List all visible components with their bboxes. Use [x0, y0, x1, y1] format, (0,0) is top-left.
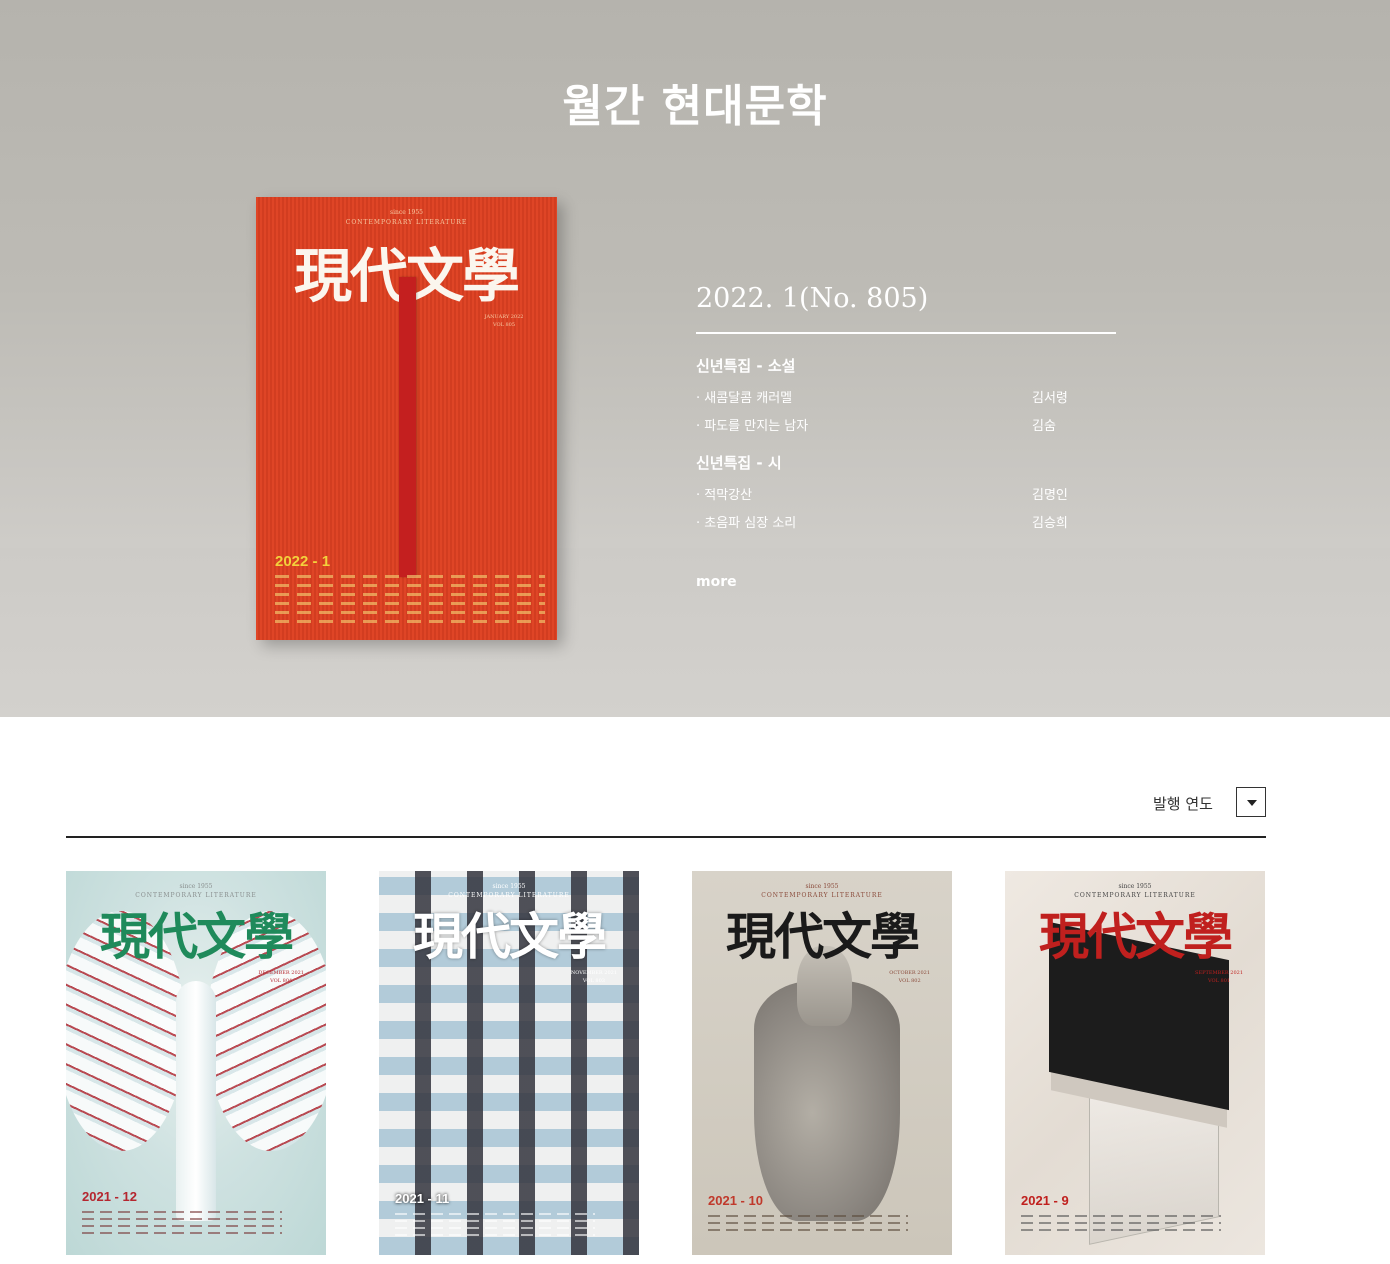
- list-divider: [66, 836, 1266, 838]
- year-filter-label: 발행 연도: [1153, 795, 1213, 813]
- cover-date-month: SEPTEMBER 2021: [1195, 970, 1243, 976]
- cover-date: NOVEMBER 2021 VOL 803: [571, 969, 617, 985]
- cover-date: DECEMBER 2021 VOL 804: [258, 969, 304, 985]
- cover-date-month: NOVEMBER 2021: [570, 970, 617, 976]
- cover-since: since 1955: [390, 209, 423, 216]
- cover-subtitle: CONTEMPORARY LITERATURE: [345, 219, 468, 226]
- cover-date: SEPTEMBER 2021 VOL 801: [1195, 969, 1243, 985]
- cover-issue: 2021 - 9: [1021, 1193, 1069, 1208]
- featured-divider: [696, 332, 1116, 334]
- year-filter-dropdown[interactable]: [1236, 787, 1266, 817]
- article-author: 김승희: [1032, 516, 1068, 531]
- cover-date: OCTOBER 2021 VOL 802: [889, 969, 930, 985]
- issue-cover-card[interactable]: since 1955 CONTEMPORARY LITERATURE 現代文學 …: [66, 871, 326, 1255]
- cover-issue: 2021 - 11: [395, 1191, 450, 1206]
- section-heading: 신년특집 - 소설: [696, 357, 796, 375]
- cover-logo: 現代文學: [413, 907, 607, 966]
- article-title[interactable]: · 파도를 만지는 남자: [696, 415, 808, 434]
- cover-contents-text: [82, 1211, 282, 1239]
- article-title[interactable]: · 적막강산: [696, 484, 752, 503]
- article-author: 김명인: [1032, 488, 1068, 503]
- section-heading: 신년특집 - 시: [696, 454, 782, 472]
- cover-issue: 2021 - 12: [82, 1189, 137, 1204]
- cover-date-vol: VOL 805: [492, 322, 516, 328]
- cover-logo: 現代文學: [100, 907, 294, 966]
- article-author: 김서령: [1032, 391, 1068, 406]
- hero-banner: 월간 현대문학 since 1955 CONTEMPORARY LITERATU…: [0, 0, 1390, 717]
- cover-date-month: OCTOBER 2021: [889, 970, 930, 976]
- cover-ribbon: [399, 277, 416, 577]
- issue-cover-card[interactable]: since 1955 CONTEMPORARY LITERATURE 現代文學 …: [692, 871, 952, 1255]
- cover-date-month: JANUARY 2022: [484, 314, 524, 320]
- cover-since: since 1955: [1118, 883, 1152, 890]
- cover-contents-text: [275, 575, 545, 629]
- more-link[interactable]: more: [696, 574, 737, 590]
- issue-cover-card[interactable]: since 1955 CONTEMPORARY LITERATURE 現代文學 …: [379, 871, 639, 1255]
- article-author: 김숨: [1032, 419, 1056, 434]
- featured-issue-title: 2022. 1(No. 805): [696, 283, 929, 314]
- cover-since: since 1955: [492, 883, 526, 890]
- cover-logo: 現代文學: [726, 907, 920, 966]
- cover-logo: 現代文學: [1039, 907, 1233, 966]
- hero-floor: [0, 548, 1390, 717]
- cover-contents-text: [395, 1213, 595, 1241]
- cover-contents-text: [1021, 1215, 1221, 1236]
- cover-date-vol: VOL 802: [898, 978, 921, 984]
- page-title: 월간 현대문학: [562, 81, 828, 132]
- featured-cover-image[interactable]: since 1955 CONTEMPORARY LITERATURE 現代文學 …: [256, 197, 557, 640]
- cover-date-vol: VOL 801: [1207, 978, 1231, 984]
- cover-since: since 1955: [805, 883, 839, 890]
- cover-date-month: DECEMBER 2021: [258, 970, 304, 976]
- cover-date-vol: VOL 804: [270, 978, 293, 984]
- cover-issue: 2021 - 10: [708, 1193, 763, 1208]
- cover-issue: 2022 - 1: [275, 553, 331, 570]
- issue-cover-card[interactable]: since 1955 CONTEMPORARY LITERATURE 現代文學 …: [1005, 871, 1265, 1255]
- article-title[interactable]: · 새콤달콤 캐러멜: [696, 387, 792, 406]
- caret-down-icon: [1247, 800, 1257, 806]
- cover-date-vol: VOL 803: [582, 978, 605, 984]
- article-title[interactable]: · 초음파 심장 소리: [696, 512, 796, 531]
- cover-contents-text: [708, 1215, 908, 1236]
- cover-since: since 1955: [179, 883, 213, 890]
- cover-date: JANUARY 2022 VOL 805: [474, 313, 534, 329]
